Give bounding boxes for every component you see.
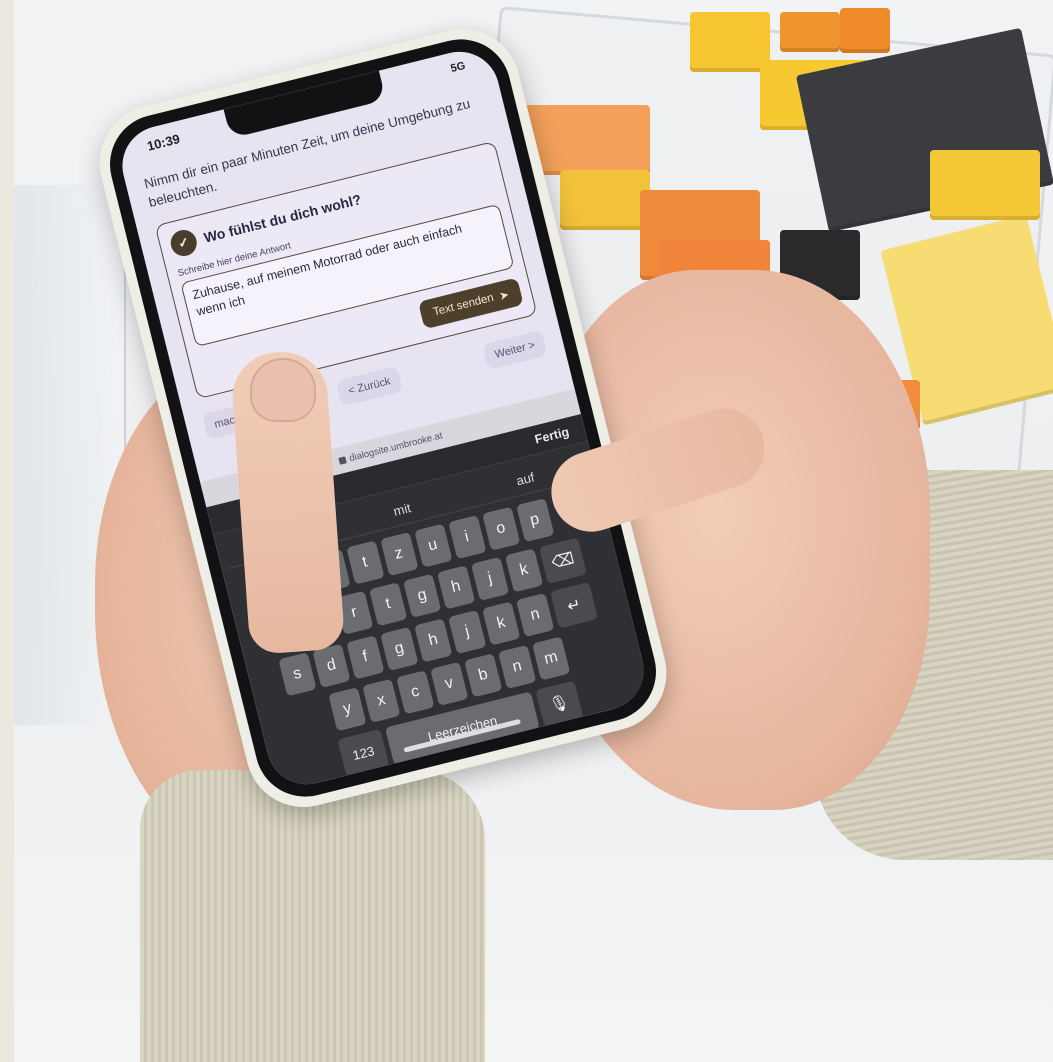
key[interactable]: c [396,670,435,715]
lego-brick-yellow [690,12,770,72]
network-indicator: 5G [449,59,467,76]
lego-brick-yellow [930,150,1040,220]
key[interactable]: i [447,515,486,560]
key[interactable]: z [379,532,419,577]
status-time: 10:39 [145,131,182,154]
key[interactable]: n [498,644,537,689]
border-strip [0,0,14,1062]
key[interactable]: k [504,548,544,593]
check-icon: ✓ [167,227,200,259]
key[interactable]: x [362,678,401,723]
key[interactable]: g [380,626,419,671]
lego-brick-orange [840,8,890,53]
suggestion-item[interactable]: auf [515,469,536,488]
key[interactable]: u [413,523,453,568]
sweater-sleeve-left [140,770,485,1062]
next-button[interactable]: Weiter > [482,330,548,371]
key[interactable]: y [328,687,367,732]
delete-icon[interactable]: ⌫ [538,537,587,584]
key[interactable]: b [464,653,503,698]
done-button[interactable]: Fertig [533,425,570,447]
suggestion-item[interactable]: mit [392,500,412,519]
photo-scene: 10:39 5G Nimm dir ein paar Minuten Zeit,… [0,0,1053,1062]
key[interactable]: t [345,540,385,585]
key[interactable]: n [516,592,555,638]
key[interactable]: h [436,565,476,610]
return-icon[interactable]: ↵ [549,582,599,629]
key[interactable]: j [448,609,487,655]
key[interactable]: v [430,661,469,706]
key[interactable]: m [532,636,571,681]
key[interactable]: t [369,582,408,627]
key[interactable]: j [470,556,510,601]
key[interactable]: o [481,506,520,551]
lego-brick-orange [780,12,840,52]
left-thumbnail [250,358,316,422]
key[interactable]: h [414,618,453,663]
lego-brick-yellow [560,170,650,230]
key[interactable]: k [482,601,521,646]
send-arrow-icon: ➤ [498,289,511,304]
key[interactable]: d [312,643,351,688]
lock-icon [337,455,347,465]
key[interactable]: p [515,498,554,543]
back-button[interactable]: < Zurück [335,366,404,407]
key[interactable]: g [403,573,442,618]
key[interactable]: s [278,652,317,697]
send-button-label: Text senden [431,291,495,319]
key[interactable]: f [346,635,385,680]
